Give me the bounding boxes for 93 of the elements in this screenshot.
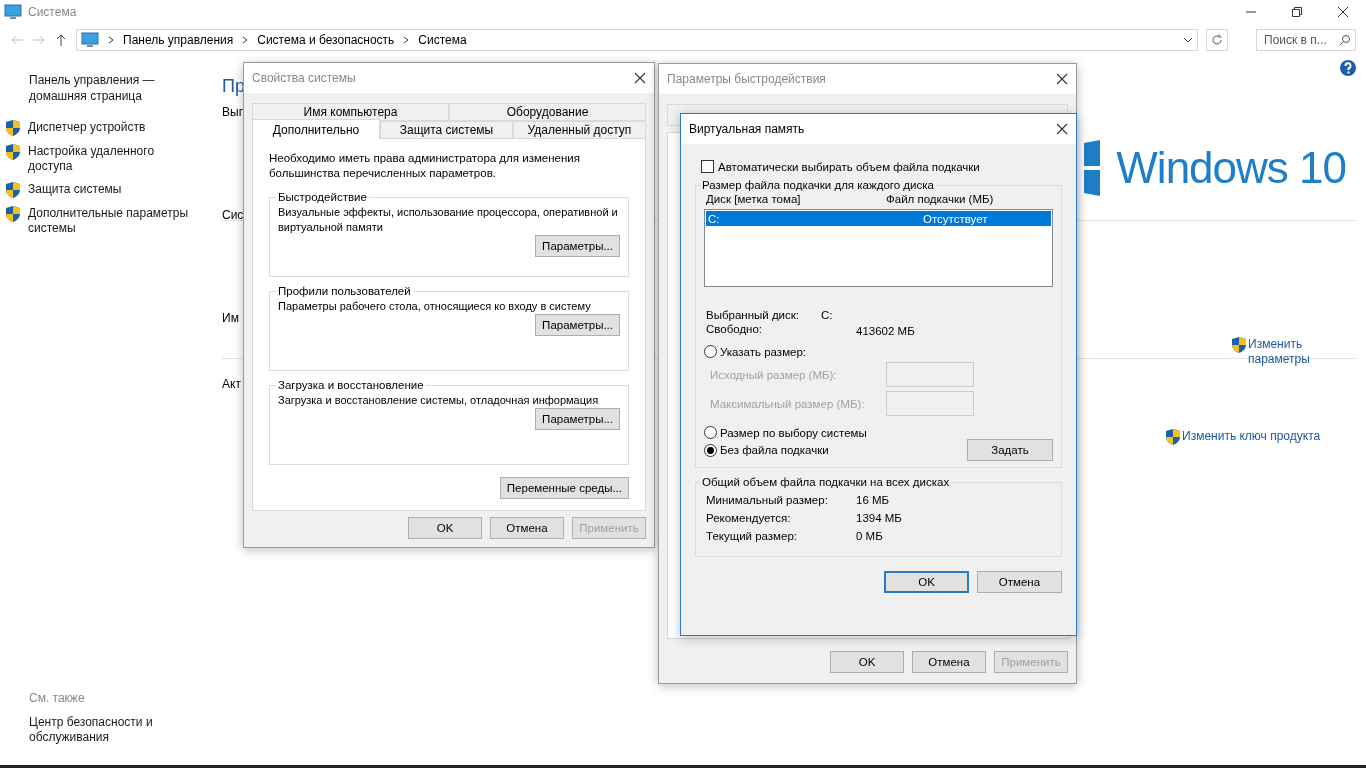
info-label: Свободно: <box>706 323 764 337</box>
up-icon[interactable] <box>54 33 68 47</box>
dialog-title: Свойства системы <box>252 71 356 85</box>
chevron-right-icon <box>107 36 115 44</box>
shield-icon <box>1232 337 1246 353</box>
tab[interactable]: Удаленный доступ <box>513 121 646 139</box>
logo-text: Windows 10 <box>1116 143 1346 193</box>
search-icon <box>1339 34 1351 46</box>
info-value: 16 МБ <box>856 494 891 506</box>
close-icon[interactable] <box>1056 123 1068 135</box>
dialog-title: Параметры быстродействия <box>667 72 826 86</box>
close-icon[interactable] <box>1338 7 1348 17</box>
ok-button[interactable]: OK <box>830 651 904 673</box>
info-label: Минимальный размер: <box>706 494 829 506</box>
info-value: 0 МБ <box>856 530 884 542</box>
shield-icon <box>6 206 20 222</box>
info-value: 1394 МБ <box>856 512 903 524</box>
shield-icon <box>6 144 20 160</box>
info-label: Выбранный диск: <box>706 309 800 321</box>
info-label: Текущий размер: <box>706 530 799 542</box>
tab[interactable]: Дополнительно <box>252 119 380 139</box>
sidebar-item[interactable]: Защита системы <box>6 182 222 198</box>
monitor-icon <box>81 32 99 48</box>
breadcrumb[interactable]: Панель управления <box>123 33 234 47</box>
close-icon[interactable] <box>1056 73 1068 85</box>
group-description: Параметры рабочего стола, относящиеся ко входу в систему <box>278 299 592 314</box>
sidebar-link[interactable]: Центр безопасности и обслуживания <box>29 715 159 745</box>
breadcrumb[interactable]: Система <box>418 33 467 47</box>
refresh-icon <box>1211 34 1223 46</box>
settings-button[interactable]: Параметры... <box>535 408 620 430</box>
help-icon[interactable] <box>1340 60 1356 76</box>
restore-icon[interactable] <box>1292 7 1302 17</box>
checkbox-label: Автоматически выбирать объем файла подкачки <box>718 160 980 173</box>
radio-button[interactable] <box>704 345 717 358</box>
radio-button[interactable] <box>704 426 717 439</box>
dropdown-icon[interactable] <box>1183 36 1193 44</box>
radio-button[interactable] <box>704 443 717 457</box>
sidebar-item[interactable]: Дополнительные параметры системы <box>6 206 222 236</box>
field-label: Максимальный размер (МБ): <box>709 397 866 410</box>
sidebar-link[interactable]: Панель управления — домашняя страница <box>29 72 169 104</box>
cancel-button[interactable]: Отмена <box>490 517 564 539</box>
close-icon[interactable] <box>634 72 646 84</box>
radio-label: Размер по выбору системы <box>720 426 867 439</box>
settings-button[interactable]: Параметры... <box>535 314 620 336</box>
group-description: Загрузка и восстановление системы, отладочная информация <box>278 393 600 408</box>
refresh-button[interactable] <box>1206 29 1228 51</box>
group-title: Размер файла подкачки для каждого диска <box>701 179 935 191</box>
info-label: Рекомендуется: <box>706 512 792 524</box>
sidebar-item[interactable]: Настройка удаленного доступа <box>6 144 222 174</box>
search-field[interactable]: Поиск в п... <box>1256 29 1356 51</box>
checkbox[interactable] <box>701 160 714 173</box>
window-title: Система <box>28 5 77 19</box>
cancel-button[interactable]: Отмена <box>977 571 1062 593</box>
group-description: Визуальные эффекты, использование процессора, оперативной и виртуальной памяти <box>278 205 619 235</box>
change-settings-link[interactable]: Изменить параметры <box>1232 337 1318 367</box>
chevron-right-icon <box>241 36 250 44</box>
tab[interactable]: Оборудование <box>449 103 646 121</box>
section-label: Сис <box>222 208 244 222</box>
cancel-button[interactable]: Отмена <box>912 651 986 673</box>
set-button[interactable]: Задать <box>967 439 1053 461</box>
change-key-link[interactable]: Изменить ключ продукта <box>1166 429 1332 445</box>
monitor-icon <box>4 4 22 20</box>
section-title: См. также <box>29 691 86 705</box>
group-title: Загрузка и восстановление <box>277 379 425 391</box>
chevron-right-icon <box>402 36 411 44</box>
group-title: Быстродействие <box>277 191 368 203</box>
column-header: Файл подкачки (МБ) <box>886 193 995 205</box>
drive-row[interactable]: C: Отсутствует <box>706 211 1051 226</box>
column-header: Диск [метка тома] <box>706 193 802 205</box>
windows-logo-icon <box>1084 140 1101 196</box>
section-label: Акт <box>222 377 241 391</box>
info-value: C: <box>821 309 834 321</box>
breadcrumb[interactable]: Система и безопасность <box>257 33 395 47</box>
admin-note: Необходимо иметь права администратора для изменения большинства перечисленных параметров. <box>269 151 581 181</box>
shield-icon <box>1166 429 1180 445</box>
info-value: 413602 МБ <box>855 325 916 337</box>
address-bar[interactable]: Панель управления Система и безопасность Система <box>76 29 1198 51</box>
group-title: Общий объем файла подкачки на всех дисках <box>701 476 951 488</box>
ok-button[interactable]: OK <box>408 517 482 539</box>
ok-button[interactable]: OK <box>884 571 969 593</box>
tab[interactable]: Имя компьютера <box>252 103 449 121</box>
dialog-title: Виртуальная память <box>689 122 805 136</box>
settings-button[interactable]: Параметры... <box>535 235 620 257</box>
tab[interactable]: Защита системы <box>380 121 513 139</box>
sidebar-item[interactable]: Диспетчер устройств <box>6 120 222 136</box>
group-title: Профили пользователей <box>277 285 412 297</box>
radio-label: Указать размер: <box>720 345 807 358</box>
shield-icon <box>6 120 20 136</box>
environment-variables-button[interactable]: Переменные среды... <box>499 477 629 499</box>
section-label: Им <box>222 311 239 325</box>
field-label: Исходный размер (МБ): <box>709 368 838 381</box>
radio-label: Без файла подкачки <box>720 444 829 456</box>
shield-icon <box>6 182 20 198</box>
